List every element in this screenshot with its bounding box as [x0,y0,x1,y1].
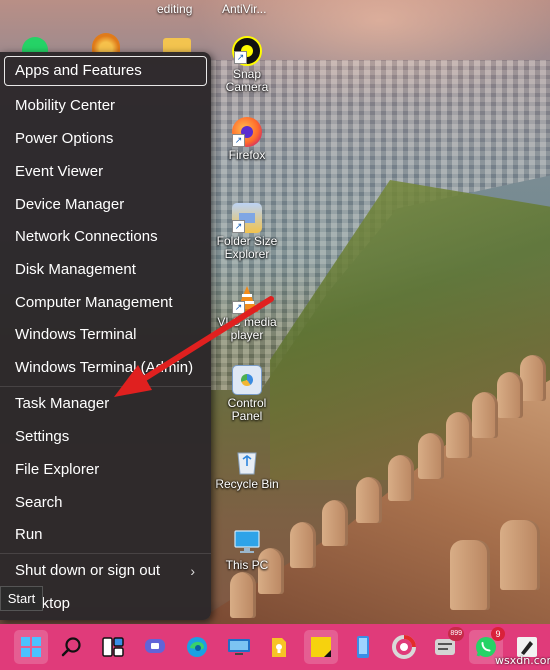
menu-separator [0,553,211,554]
wall-merlon [388,455,414,501]
start-button[interactable] [14,630,48,664]
desktop-icon-recycle-bin[interactable]: Recycle Bin [215,446,279,491]
monitor-icon [234,530,260,553]
wall-merlon [520,355,546,401]
menu-item-label: Shut down or sign out [15,562,161,579]
notification-badge: 899 [448,627,464,641]
menu-item-run[interactable]: Run [4,520,207,550]
menu-item-windows-terminal-admin[interactable]: Windows Terminal (Admin) [4,353,207,383]
shortcut-arrow-icon: ↗ [232,134,245,147]
wall-merlon [230,572,256,618]
menu-item-mobility-center[interactable]: Mobility Center [4,91,207,121]
shortcut-arrow-icon: ↗ [234,51,247,64]
sticky-notes-icon [311,637,331,657]
desktop-icon-vlc[interactable]: ↗ VLC media player [215,284,279,342]
wall-merlon [500,520,540,590]
taskbar: 899 9 [0,624,550,670]
menu-item-device-manager[interactable]: Device Manager [4,190,207,220]
notification-badge: 9 [491,627,505,641]
search-icon [61,637,81,657]
control-panel-icon [232,365,262,395]
menu-item-task-manager[interactable]: Task Manager [4,389,207,419]
desktop-icon-snap-camera[interactable]: ↗ Snap Camera [215,36,279,94]
start-tooltip: Start [0,586,43,611]
task-view-icon [102,637,124,657]
desktop-icon-label: Folder Size Explorer [216,234,278,261]
app-899-button[interactable]: 899 [428,627,464,664]
recycle-bin-icon [232,446,262,476]
wall-merlon [356,477,382,523]
circle-app-button[interactable] [387,630,421,664]
chevron-right-icon: › [190,563,195,579]
menu-item-power-options[interactable]: Power Options [4,124,207,154]
edge-button[interactable] [180,630,214,664]
menu-item-disk-management[interactable]: Disk Management [4,255,207,285]
menu-separator [0,386,211,387]
winx-quick-link-menu: Apps and Features Mobility Center Power … [0,52,211,620]
wall-merlon [418,433,444,479]
this-pc-icon [232,527,262,557]
wall-merlon [497,372,523,418]
sticky-notes-button[interactable] [304,630,338,664]
desktop-icon-label: Recycle Bin [215,477,279,491]
circle-app-icon [392,635,416,659]
firefox-icon: ↗ [232,117,262,147]
wall-merlon [290,522,316,568]
taskbar-search-button[interactable] [55,630,89,664]
wall-merlon [322,500,348,546]
shortcut-arrow-icon: ↗ [232,301,245,314]
watermark-text: wsxdn.com [495,654,550,667]
menu-item-shut-down-or-sign-out[interactable]: Shut down or sign out › [4,556,207,586]
menu-item-search[interactable]: Search [4,488,207,518]
phone-icon [357,636,369,658]
teams-chat-icon [145,639,165,653]
recycle-bin-shape-icon [237,452,257,475]
wall-merlon [446,412,472,458]
menu-item-apps-and-features[interactable]: Apps and Features [4,56,207,86]
menu-item-network-connections[interactable]: Network Connections [4,222,207,252]
menu-item-file-explorer[interactable]: File Explorer [4,455,207,485]
task-view-button[interactable] [96,630,130,664]
desktop-icon-label: Firefox [228,148,266,162]
menu-item-windows-terminal[interactable]: Windows Terminal [4,320,207,350]
desktop-icon-folder-size-explorer[interactable]: ↗ Folder Size Explorer [215,203,279,261]
desktop-icon-label: VLC media player [217,315,277,342]
shortcut-arrow-icon: ↗ [232,220,245,233]
desktop-icon-firefox[interactable]: ↗ Firefox [215,117,279,162]
desktop-icon-this-pc[interactable]: This PC [215,527,279,572]
remote-desktop-button[interactable] [222,630,256,664]
desktop-label-editing[interactable]: editing [157,2,192,16]
windows-logo-icon [21,637,41,657]
desktop-icon-control-panel[interactable]: Control Panel [215,365,279,423]
remote-desktop-icon [228,639,250,655]
snap-camera-icon: ↗ [232,36,262,66]
keep-button[interactable] [262,630,296,664]
folder-size-explorer-icon: ↗ [232,203,262,233]
desktop-icon-label: Snap Camera [225,67,269,94]
menu-item-computer-management[interactable]: Computer Management [4,288,207,318]
desktop-icon-label: Control Panel [227,396,267,423]
wall-merlon [472,392,498,438]
menu-item-settings[interactable]: Settings [4,422,207,452]
wall-merlon [450,540,490,610]
keep-icon [272,638,286,657]
phone-link-button[interactable] [346,630,380,664]
edge-icon [187,637,207,657]
menu-item-event-viewer[interactable]: Event Viewer [4,157,207,187]
desktop-label-antivirus[interactable]: AntiVir... [222,2,266,16]
desktop-icon-label: This PC [225,558,269,572]
vlc-icon: ↗ [232,284,262,314]
teams-chat-button[interactable] [138,630,172,664]
